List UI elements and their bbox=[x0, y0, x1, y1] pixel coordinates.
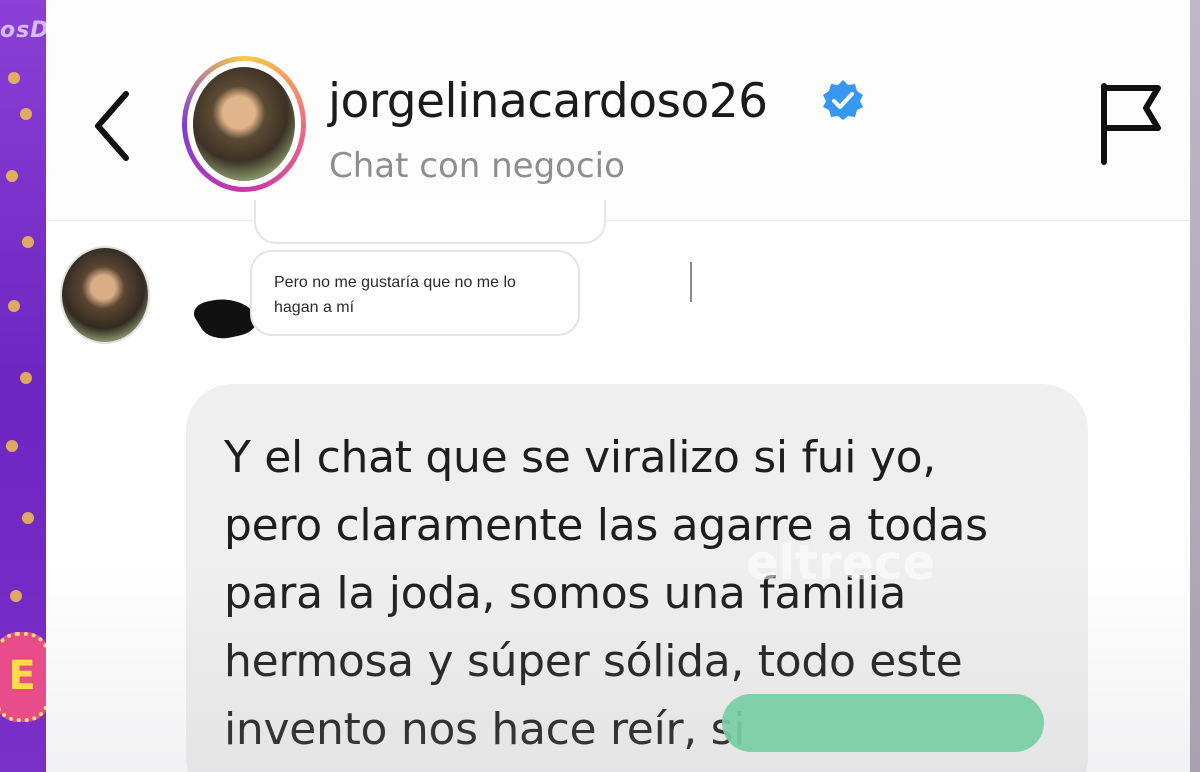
frame-dot bbox=[8, 72, 20, 84]
previous-message-bubble bbox=[254, 200, 606, 244]
green-redaction-mark bbox=[722, 694, 1044, 752]
back-button[interactable] bbox=[82, 86, 142, 166]
frame-dot bbox=[6, 440, 18, 452]
avatar-ring-inner bbox=[187, 61, 301, 187]
network-watermark: eltrece bbox=[746, 535, 936, 591]
username[interactable]: jorgelinacardoso26 bbox=[328, 74, 768, 129]
reply-quote-bar bbox=[690, 262, 692, 302]
header-divider bbox=[46, 220, 1190, 221]
frame-dot bbox=[6, 170, 18, 182]
tv-frame-right bbox=[1190, 0, 1200, 772]
quoted-message-bubble[interactable]: Pero no me gustaría que no me lo hagan a… bbox=[250, 250, 580, 336]
frame-dot bbox=[20, 108, 32, 120]
chat-subtitle: Chat con negocio bbox=[329, 146, 625, 186]
frame-dot bbox=[22, 512, 34, 524]
dm-screen: jorgelinacardoso26 Chat con negocio Pero… bbox=[46, 0, 1190, 772]
quoted-message-line: Pero no me gustaría que no me lo bbox=[274, 274, 516, 291]
chevron-left-icon bbox=[95, 91, 129, 161]
message-bubble[interactable]: Y el chat que se viralizo si fui yo, per… bbox=[186, 384, 1088, 772]
profile-avatar[interactable] bbox=[182, 56, 306, 192]
sender-avatar[interactable] bbox=[60, 246, 150, 344]
frame-dot bbox=[20, 372, 32, 384]
message-line: Y el chat que se viralizo si fui yo, bbox=[224, 432, 936, 483]
quoted-message-line: hagan a mí bbox=[274, 299, 355, 316]
frame-dot bbox=[22, 236, 34, 248]
verified-badge-icon bbox=[823, 80, 863, 120]
chat-header: jorgelinacardoso26 Chat con negocio bbox=[46, 0, 1190, 220]
frame-dot bbox=[8, 300, 20, 312]
channel-logo: E bbox=[0, 632, 50, 722]
report-flag-button[interactable] bbox=[1096, 80, 1176, 170]
flag-icon bbox=[1101, 83, 1161, 165]
message-line: hermosa y súper sólida, todo este bbox=[224, 636, 963, 687]
frame-dot bbox=[10, 590, 22, 602]
avatar-photo bbox=[193, 67, 295, 181]
